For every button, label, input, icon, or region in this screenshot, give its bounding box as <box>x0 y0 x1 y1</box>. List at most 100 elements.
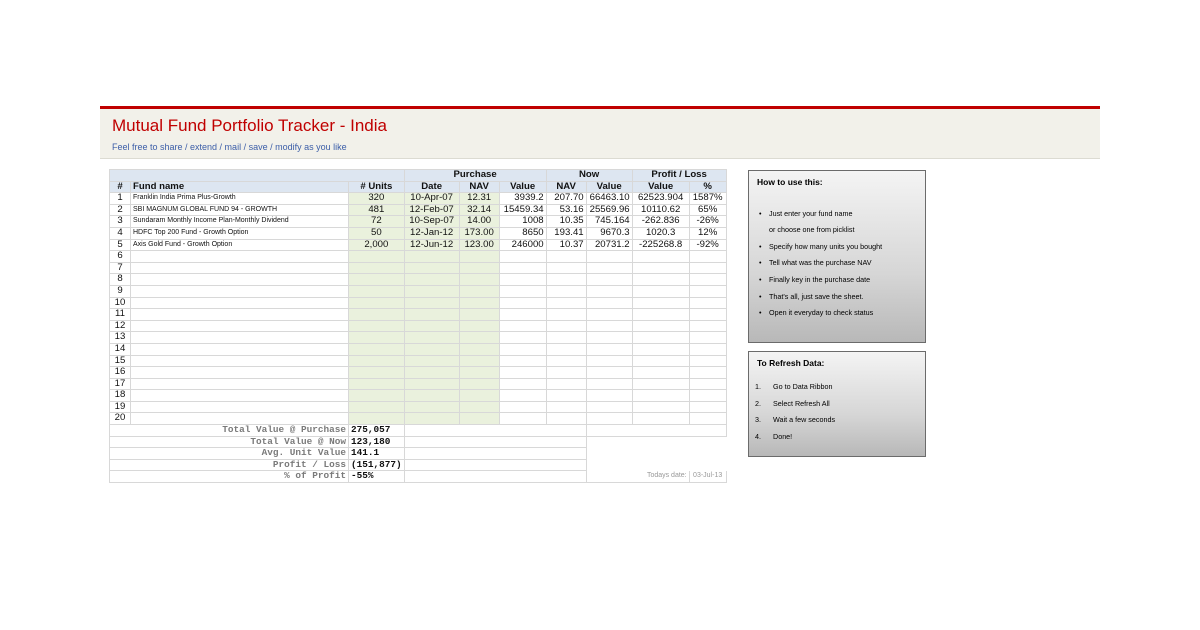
pl-pct-cell[interactable]: 1587% <box>688 192 727 205</box>
now-value-cell[interactable] <box>585 319 633 333</box>
pl-value-cell[interactable] <box>631 377 690 391</box>
purchase-value-cell[interactable]: 8650 <box>498 226 547 240</box>
fund-name-cell[interactable] <box>130 250 349 263</box>
purchase-value-cell[interactable] <box>498 377 547 391</box>
row-index[interactable]: 7 <box>109 261 131 275</box>
row-index[interactable]: 12 <box>109 319 131 333</box>
units-cell[interactable] <box>348 377 405 391</box>
fund-name-cell[interactable] <box>130 319 349 333</box>
now-nav-cell[interactable] <box>545 273 587 286</box>
fund-name-cell[interactable]: Sundaram Monthly Income Plan-Monthly Div… <box>130 215 349 228</box>
purchase-value-cell[interactable] <box>498 273 547 286</box>
row-index[interactable]: 5 <box>109 238 131 252</box>
fund-name-cell[interactable]: HDFC Top 200 Fund - Growth Option <box>130 226 349 240</box>
now-nav-cell[interactable]: 207.70 <box>545 192 587 205</box>
purchase-nav-cell[interactable] <box>458 331 500 344</box>
purchase-nav-cell[interactable] <box>458 296 500 310</box>
purchase-nav-cell[interactable] <box>458 366 500 379</box>
now-value-cell[interactable] <box>585 308 633 321</box>
pl-value-cell[interactable] <box>631 250 690 263</box>
pl-pct-cell[interactable] <box>688 366 727 379</box>
purchase-value-cell[interactable] <box>498 250 547 263</box>
purchase-nav-cell[interactable]: 12.31 <box>458 192 500 205</box>
pl-value-cell[interactable]: -262.836 <box>631 215 690 228</box>
purchase-date-cell[interactable] <box>403 389 460 402</box>
fund-name-cell[interactable] <box>130 342 349 356</box>
fund-name-cell[interactable] <box>130 296 349 310</box>
purchase-nav-cell[interactable] <box>458 354 500 368</box>
purchase-date-cell[interactable]: 10-Sep-07 <box>403 215 460 228</box>
pl-value-cell[interactable]: 10110.62 <box>631 203 690 217</box>
row-index[interactable]: 18 <box>109 389 131 402</box>
fund-name-cell[interactable]: Axis Gold Fund - Growth Option <box>130 238 349 252</box>
pl-value-cell[interactable] <box>631 296 690 310</box>
pl-value-cell[interactable]: 1020.3 <box>631 226 690 240</box>
fund-name-cell[interactable] <box>130 400 349 414</box>
fund-name-cell[interactable] <box>130 308 349 321</box>
purchase-date-cell[interactable] <box>403 250 460 263</box>
purchase-nav-cell[interactable] <box>458 284 500 298</box>
pl-pct-cell[interactable]: -26% <box>688 215 727 228</box>
row-index[interactable]: 1 <box>109 192 131 205</box>
units-cell[interactable]: 320 <box>348 192 405 205</box>
now-nav-cell[interactable] <box>545 342 587 356</box>
fund-name-cell[interactable] <box>130 412 349 426</box>
now-nav-cell[interactable]: 10.37 <box>545 238 587 252</box>
now-nav-cell[interactable]: 10.35 <box>545 215 587 228</box>
purchase-nav-cell[interactable] <box>458 342 500 356</box>
now-value-cell[interactable] <box>585 389 633 402</box>
now-value-cell[interactable]: 20731.2 <box>585 238 633 252</box>
units-cell[interactable] <box>348 331 405 344</box>
units-cell[interactable] <box>348 412 405 426</box>
purchase-date-cell[interactable] <box>403 366 460 379</box>
pl-pct-cell[interactable] <box>688 331 727 344</box>
now-value-cell[interactable] <box>585 261 633 275</box>
purchase-date-cell[interactable]: 12-Feb-07 <box>403 203 460 217</box>
fund-name-cell[interactable] <box>130 273 349 286</box>
purchase-date-cell[interactable] <box>403 261 460 275</box>
now-nav-cell[interactable] <box>545 389 587 402</box>
purchase-nav-cell[interactable] <box>458 308 500 321</box>
units-cell[interactable] <box>348 342 405 356</box>
row-index[interactable]: 10 <box>109 296 131 310</box>
row-index[interactable]: 6 <box>109 250 131 263</box>
pl-value-cell[interactable] <box>631 342 690 356</box>
purchase-nav-cell[interactable] <box>458 389 500 402</box>
units-cell[interactable] <box>348 308 405 321</box>
row-index[interactable]: 13 <box>109 331 131 344</box>
purchase-date-cell[interactable] <box>403 400 460 414</box>
row-index[interactable]: 14 <box>109 342 131 356</box>
pl-pct-cell[interactable] <box>688 308 727 321</box>
units-cell[interactable]: 2,000 <box>348 238 405 252</box>
purchase-nav-cell[interactable]: 123.00 <box>458 238 500 252</box>
now-value-cell[interactable]: 25569.96 <box>585 203 633 217</box>
pl-value-cell[interactable] <box>631 366 690 379</box>
pl-pct-cell[interactable]: 65% <box>688 203 727 217</box>
purchase-value-cell[interactable] <box>498 412 547 426</box>
row-index[interactable]: 20 <box>109 412 131 426</box>
row-index[interactable]: 19 <box>109 400 131 414</box>
pl-value-cell[interactable] <box>631 284 690 298</box>
purchase-nav-cell[interactable]: 32.14 <box>458 203 500 217</box>
purchase-value-cell[interactable] <box>498 400 547 414</box>
now-value-cell[interactable] <box>585 296 633 310</box>
purchase-value-cell[interactable] <box>498 354 547 368</box>
units-cell[interactable] <box>348 284 405 298</box>
units-cell[interactable]: 50 <box>348 226 405 240</box>
fund-name-cell[interactable]: Franklin India Prima Plus-Growth <box>130 192 349 205</box>
purchase-value-cell[interactable]: 3939.2 <box>498 192 547 205</box>
purchase-date-cell[interactable] <box>403 273 460 286</box>
purchase-date-cell[interactable] <box>403 319 460 333</box>
row-index[interactable]: 11 <box>109 308 131 321</box>
units-cell[interactable] <box>348 250 405 263</box>
pl-value-cell[interactable]: 62523.904 <box>631 192 690 205</box>
purchase-value-cell[interactable] <box>498 296 547 310</box>
now-nav-cell[interactable] <box>545 412 587 426</box>
fund-name-cell[interactable] <box>130 377 349 391</box>
pl-value-cell[interactable] <box>631 331 690 344</box>
pl-value-cell[interactable] <box>631 389 690 402</box>
now-nav-cell[interactable] <box>545 296 587 310</box>
purchase-value-cell[interactable] <box>498 284 547 298</box>
purchase-value-cell[interactable]: 1008 <box>498 215 547 228</box>
units-cell[interactable] <box>348 261 405 275</box>
